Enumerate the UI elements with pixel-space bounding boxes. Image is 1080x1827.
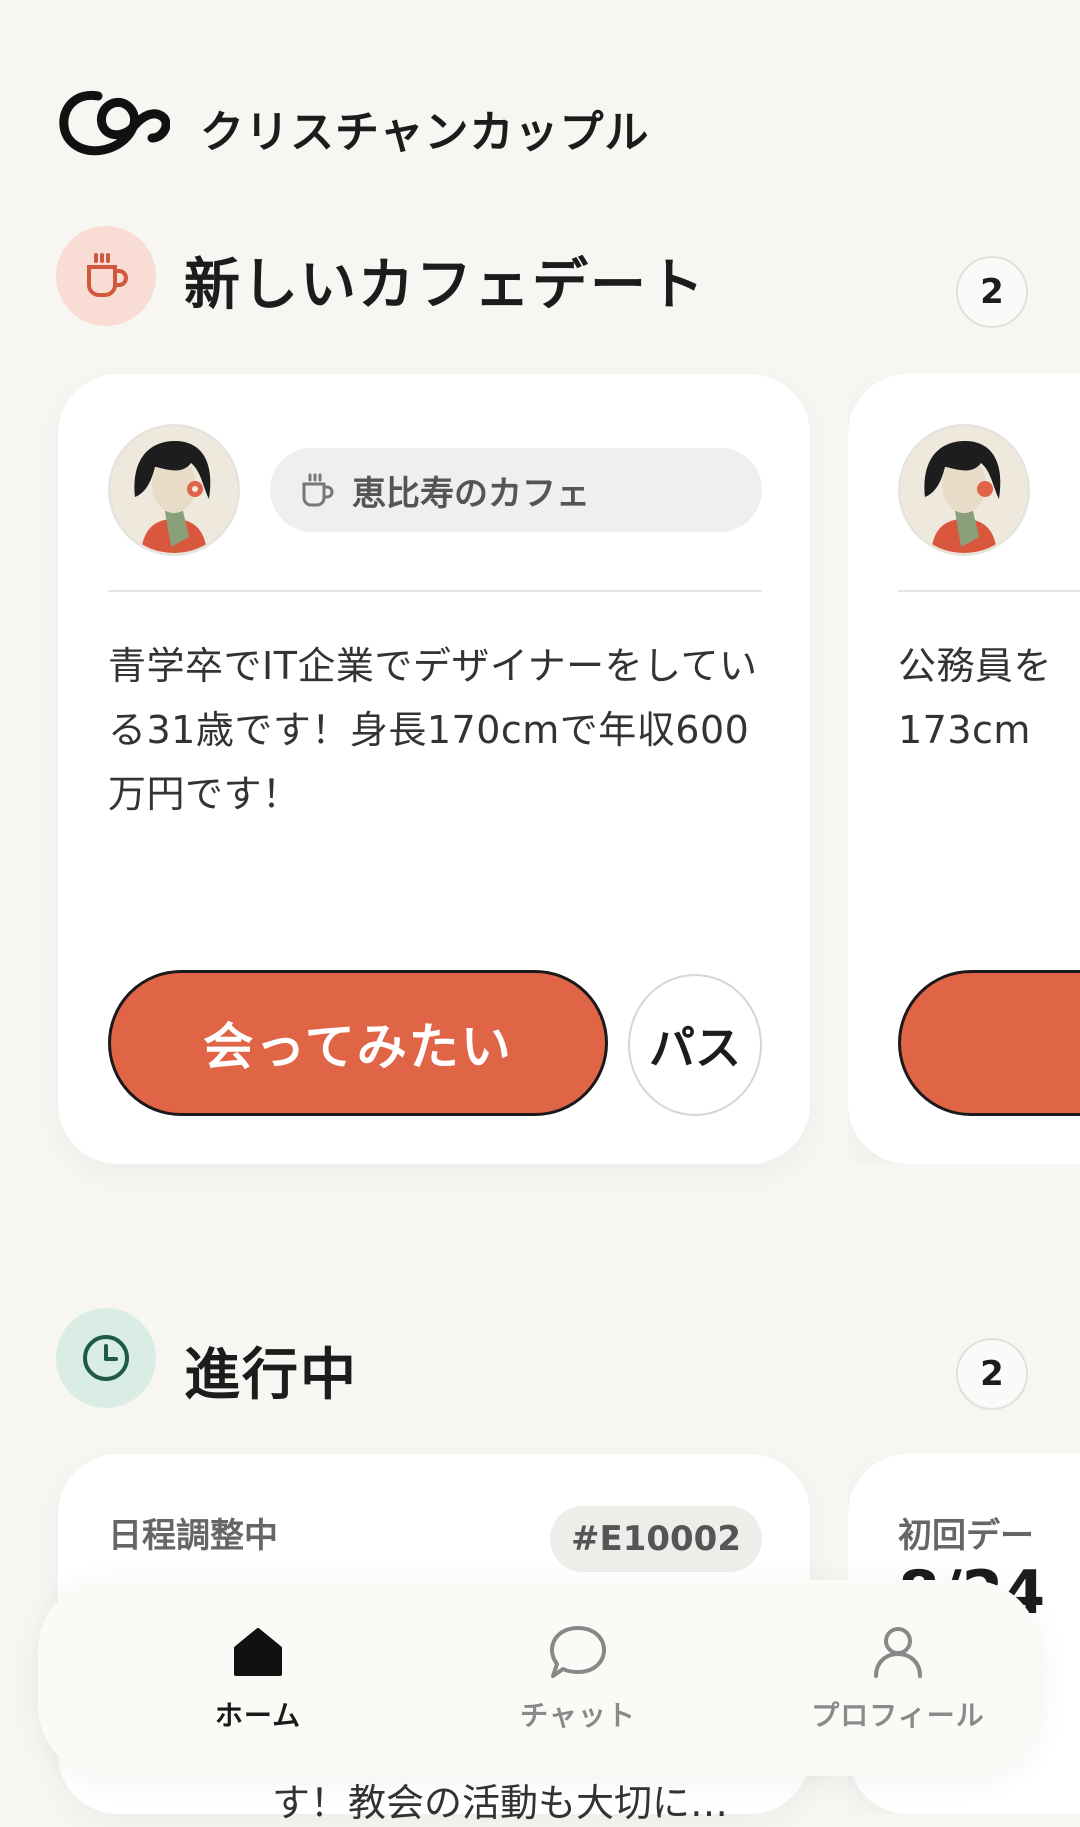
profile-bio-line: 173cm: [898, 708, 1031, 752]
nav-home[interactable]: ホーム: [138, 1580, 378, 1776]
nav-label-profile: プロフィール: [811, 1699, 985, 1732]
divider: [108, 590, 762, 592]
app-title: クリスチャンカップル: [200, 107, 650, 158]
avatar[interactable]: [898, 424, 1030, 556]
coffee-cup-icon: [87, 253, 128, 297]
location-pill: 恵比寿のカフェ: [270, 448, 762, 532]
divider: [898, 590, 1080, 592]
cafe-section-icon: [56, 226, 156, 326]
chat-bubble-icon: [550, 1626, 606, 1678]
bottom-navigation: ホーム チャット プロフィール: [38, 1580, 1040, 1776]
date-id-badge: #E10002: [550, 1506, 762, 1572]
schedule-status-label: 日程調整中: [108, 1516, 278, 1556]
date-card-next[interactable]: 公務員を 173cm: [848, 374, 1080, 1164]
new-dates-count-badge: 2: [956, 256, 1028, 328]
nav-label-chat: チャット: [520, 1699, 636, 1732]
profile-bio: 青学卒でIT企業でデザイナーをしている31歳です！身長170cmで年収600万円…: [108, 644, 758, 816]
home-icon: [234, 1628, 282, 1676]
profile-bio-line: 公務員を: [898, 644, 1053, 688]
avatar[interactable]: [108, 424, 240, 556]
pass-button[interactable]: パス: [628, 974, 762, 1116]
user-icon: [874, 1627, 922, 1678]
app-logo-icon: [58, 84, 171, 164]
nav-label-home: ホーム: [214, 1699, 302, 1732]
nav-profile[interactable]: プロフィール: [778, 1580, 1018, 1776]
nav-chat[interactable]: チャット: [458, 1580, 698, 1776]
like-button[interactable]: 会ってみたい: [108, 970, 608, 1116]
in-progress-count-badge: 2: [956, 1338, 1028, 1410]
section-title-in-progress: 進行中: [184, 1343, 358, 1408]
coffee-cup-icon: [302, 473, 334, 507]
location-label: 恵比寿のカフェ: [352, 473, 590, 514]
clock-icon: [83, 1335, 129, 1381]
date-card[interactable]: 恵比寿のカフェ 青学卒でIT企業でデザイナーをしている31歳です！身長170cm…: [58, 374, 810, 1164]
first-date-label: 初回デー: [898, 1516, 1034, 1556]
section-title-new-dates: 新しいカフェデート: [184, 253, 706, 318]
in-progress-section-icon: [56, 1308, 156, 1408]
like-button[interactable]: [898, 970, 1080, 1116]
